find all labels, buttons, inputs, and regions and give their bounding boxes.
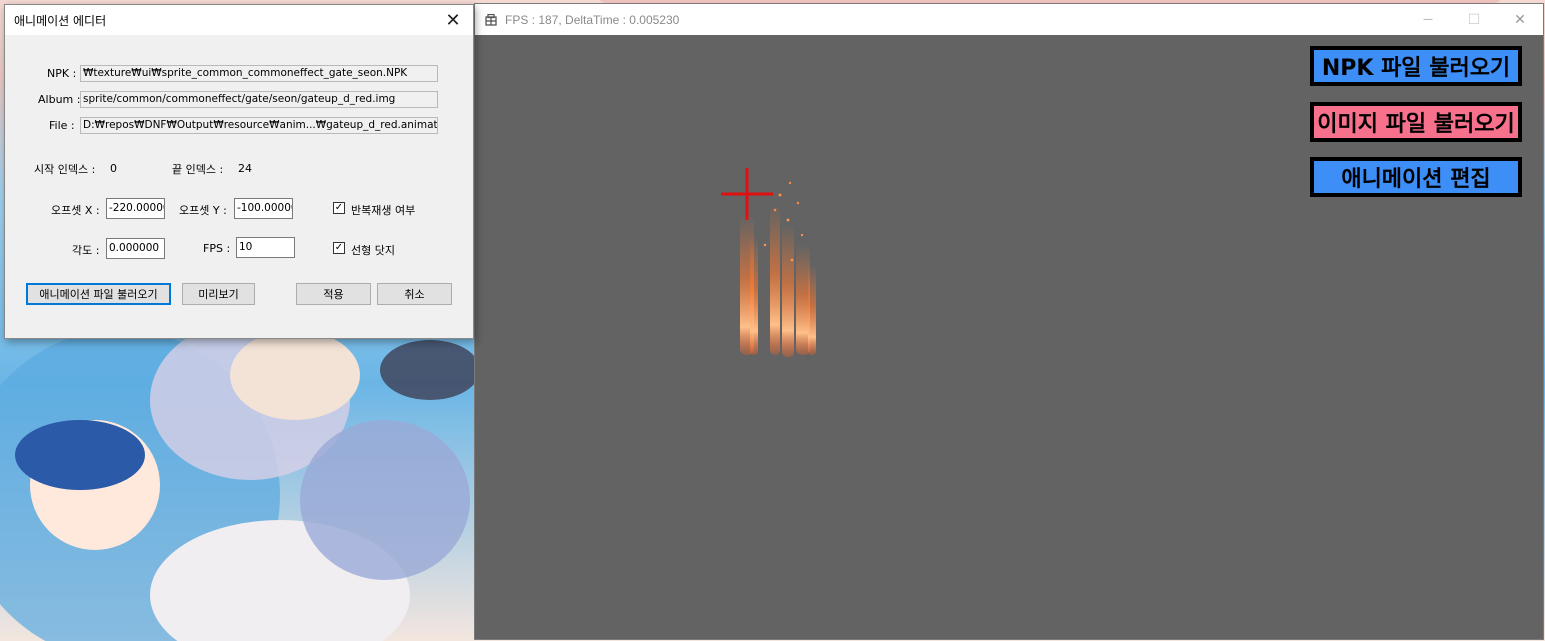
end-index-value: 24 <box>238 162 252 175</box>
fps-label: FPS : <box>203 242 231 255</box>
cancel-label: 취소 <box>404 288 425 301</box>
render-window-titlebar[interactable]: FPS : 187, DeltaTime : 0.005230 — ☐ ✕ <box>475 4 1543 35</box>
file-field[interactable]: D:₩repos₩DNF₩Output₩resource₩anim...₩gat… <box>80 117 438 134</box>
offset-y-label: 오프셋 Y : <box>179 204 227 217</box>
load-image-label: 이미지 파일 불러오기 <box>1317 112 1515 137</box>
album-label: Album : <box>38 93 81 106</box>
load-npk-label: NPK 파일 불러오기 <box>1321 56 1511 81</box>
offset-y-input[interactable]: -100.000000 <box>234 198 293 219</box>
end-index-label: 끝 인덱스 : <box>172 163 224 176</box>
load-image-button[interactable]: 이미지 파일 불러오기 <box>1310 102 1522 142</box>
window-title: FPS : 187, DeltaTime : 0.005230 <box>505 12 680 27</box>
app-icon <box>485 13 497 26</box>
load-animation-label: 애니메이션 파일 불러오기 <box>39 288 158 301</box>
offset-x-label: 오프셋 X : <box>51 204 100 217</box>
maximize-icon: ☐ <box>1467 11 1481 28</box>
album-field[interactable]: sprite/common/commoneffect/gate/seon/gat… <box>80 91 438 108</box>
apply-button[interactable]: 적용 <box>296 283 371 305</box>
offset-x-input[interactable]: -220.000000 <box>106 198 165 219</box>
linear-dodge-label: 선형 닷지 <box>351 244 395 257</box>
npk-label: NPK : <box>47 67 77 80</box>
dialog-titlebar[interactable]: 애니메이션 에디터 ✕ <box>5 5 473 35</box>
close-button[interactable]: ✕ <box>1497 4 1543 35</box>
render-window: FPS : 187, DeltaTime : 0.005230 — ☐ ✕ NP… <box>474 3 1544 640</box>
dialog-title: 애니메이션 에디터 <box>14 13 107 28</box>
close-icon: ✕ <box>1514 11 1526 28</box>
start-index-label: 시작 인덱스 : <box>34 163 96 176</box>
maximize-button[interactable]: ☐ <box>1451 4 1497 35</box>
preview-button[interactable]: 미리보기 <box>182 283 255 305</box>
animation-editor-dialog: 애니메이션 에디터 ✕ NPK : ₩texture₩ui₩sprite_com… <box>4 4 474 339</box>
minimize-icon: — <box>1423 14 1433 25</box>
angle-input[interactable]: 0.000000 <box>106 238 165 259</box>
fps-input[interactable]: 10 <box>236 237 295 258</box>
minimize-button[interactable]: — <box>1405 4 1451 35</box>
render-canvas[interactable]: NPK 파일 불러오기 이미지 파일 불러오기 애니메이션 편집 <box>475 35 1543 639</box>
load-animation-button[interactable]: 애니메이션 파일 불러오기 <box>26 283 171 305</box>
file-label: File : <box>49 119 75 132</box>
close-icon: ✕ <box>445 9 461 31</box>
preview-label: 미리보기 <box>198 288 239 301</box>
start-index-value: 0 <box>110 162 117 175</box>
linear-dodge-checkbox[interactable]: ✓ <box>333 242 345 254</box>
apply-label: 적용 <box>323 288 344 301</box>
loop-checkbox[interactable]: ✓ <box>333 202 345 214</box>
load-npk-button[interactable]: NPK 파일 불러오기 <box>1310 46 1522 86</box>
npk-field[interactable]: ₩texture₩ui₩sprite_common_commoneffect_g… <box>80 65 438 82</box>
loop-label: 반복재생 여부 <box>351 204 416 217</box>
dialog-close-button[interactable]: ✕ <box>437 5 469 35</box>
edit-animation-label: 애니메이션 편집 <box>1341 167 1491 192</box>
angle-label: 각도 : <box>72 244 100 257</box>
cancel-button[interactable]: 취소 <box>377 283 452 305</box>
edit-animation-button[interactable]: 애니메이션 편집 <box>1310 157 1522 197</box>
effect-sprite <box>740 181 816 357</box>
